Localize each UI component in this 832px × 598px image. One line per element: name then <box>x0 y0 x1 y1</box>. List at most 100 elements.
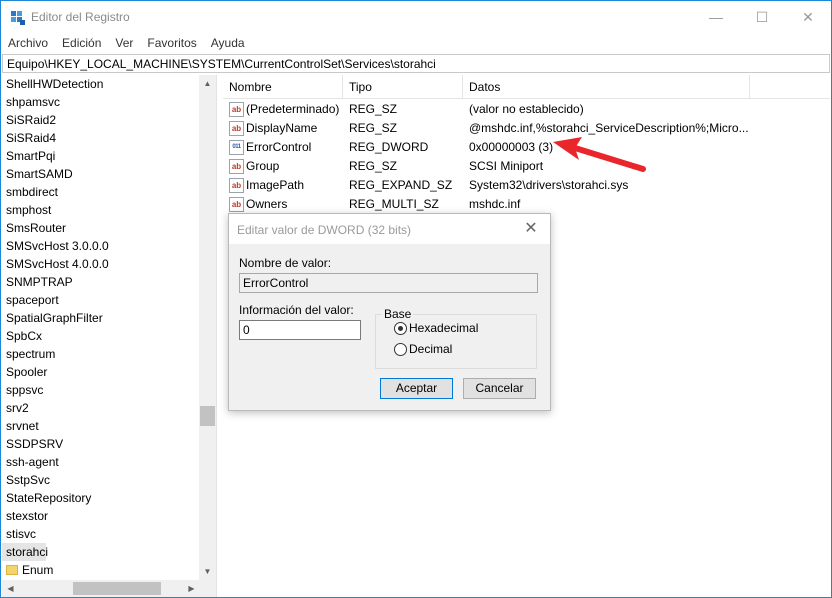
tree-item[interactable]: ShellHWDetection <box>2 75 216 93</box>
radio-decimal-label: Decimal <box>409 342 453 356</box>
tree-item[interactable]: SstpSvc <box>2 471 216 489</box>
tree-item[interactable]: stexstor <box>2 507 216 525</box>
binary-value-icon: 011 <box>229 140 244 155</box>
value-name: (Predeterminado) <box>246 102 340 116</box>
tree-item[interactable]: SmsRouter <box>2 219 216 237</box>
value-data-label: Información del valor: <box>239 303 354 317</box>
value-name-field[interactable]: ErrorControl <box>239 273 538 293</box>
scroll-down-icon[interactable]: ▼ <box>199 563 216 580</box>
tree-item-child[interactable]: Enum <box>2 561 216 579</box>
value-data: mshdc.inf <box>469 197 521 211</box>
menu-ver[interactable]: Ver <box>108 33 140 53</box>
tree-item[interactable]: SSDPSRV <box>2 435 216 453</box>
menu-bar: Archivo Edición Ver Favoritos Ayuda <box>1 33 831 53</box>
tree-item[interactable]: SpbCx <box>2 327 216 345</box>
tree-item[interactable]: SiSRaid4 <box>2 129 216 147</box>
tree-item[interactable]: spectrum <box>2 345 216 363</box>
scroll-left-icon[interactable]: ◀ <box>2 580 19 597</box>
tree-item[interactable]: stisvc <box>2 525 216 543</box>
radio-checked-icon <box>394 322 407 335</box>
tree-item[interactable]: SMSvcHost 3.0.0.0 <box>2 237 216 255</box>
column-header-name[interactable]: Nombre <box>223 75 343 99</box>
title-bar: Editor del Registro — ☐ ✕ <box>1 1 831 33</box>
tree-item[interactable]: ssh-agent <box>2 453 216 471</box>
scrollbar-corner <box>199 580 216 597</box>
menu-edicion[interactable]: Edición <box>55 33 108 53</box>
tree-item[interactable]: SMSvcHost 4.0.0.0 <box>2 255 216 273</box>
string-value-icon: ab <box>229 178 244 193</box>
value-type: REG_EXPAND_SZ <box>349 178 453 192</box>
value-type: REG_SZ <box>349 102 398 116</box>
value-row[interactable]: ab DisplayName REG_SZ @mshdc.inf,%storahci_… <box>223 119 830 138</box>
value-name: DisplayName <box>246 121 318 135</box>
string-value-icon: ab <box>229 197 244 212</box>
radio-unchecked-icon <box>394 343 407 356</box>
list-header: Nombre Tipo Datos <box>223 75 830 99</box>
tree-item[interactable]: StateRepository <box>2 489 216 507</box>
tree-item[interactable]: storahci <box>2 543 48 561</box>
radio-decimal[interactable]: Decimal <box>394 342 452 358</box>
value-row[interactable]: ab (Predeterminado) REG_SZ (valor no establ… <box>223 100 830 119</box>
maximize-icon: ☐ <box>755 8 769 25</box>
tree-item[interactable]: SmartPqi <box>2 147 216 165</box>
value-row[interactable]: ab Owners REG_MULTI_SZ mshdc.inf <box>223 195 830 214</box>
value-type: REG_SZ <box>349 159 398 173</box>
tree-item[interactable]: SmartSAMD <box>2 165 216 183</box>
close-button[interactable]: ✕ <box>785 1 831 33</box>
scroll-right-icon[interactable]: ▶ <box>183 580 200 597</box>
folder-icon <box>6 565 18 575</box>
value-name: Owners <box>246 197 288 211</box>
tree-horizontal-scrollbar[interactable]: ◀ ▶ <box>2 580 200 597</box>
value-row[interactable]: ab ImagePath REG_EXPAND_SZ System32\drivers… <box>223 176 830 195</box>
tree-item[interactable]: srv2 <box>2 399 216 417</box>
menu-ayuda[interactable]: Ayuda <box>204 33 252 53</box>
registry-editor-icon <box>11 11 25 25</box>
close-icon: ✕ <box>524 220 538 237</box>
dialog-close-button[interactable]: ✕ <box>519 218 543 240</box>
address-bar[interactable]: Equipo\HKEY_LOCAL_MACHINE\SYSTEM\Current… <box>2 54 830 73</box>
tree-vertical-scrollbar[interactable]: ▲ ▼ <box>199 75 216 580</box>
tree-item[interactable]: SiSRaid2 <box>2 111 216 129</box>
value-type: REG_SZ <box>349 121 398 135</box>
scroll-thumb[interactable] <box>73 582 161 595</box>
cancel-button[interactable]: Cancelar <box>463 378 536 399</box>
value-data: System32\drivers\storahci.sys <box>469 178 629 192</box>
registry-editor-window: Editor del Registro — ☐ ✕ Archivo Edició… <box>0 0 832 598</box>
value-row[interactable]: 011 ErrorControl REG_DWORD 0x00000003 (3) <box>223 138 830 157</box>
string-value-icon: ab <box>229 102 244 117</box>
value-row[interactable]: ab Group REG_SZ SCSI Miniport <box>223 157 830 176</box>
string-value-icon: ab <box>229 159 244 174</box>
tree-item[interactable]: sppsvc <box>2 381 216 399</box>
value-data: (valor no establecido) <box>469 102 584 116</box>
scroll-up-icon[interactable]: ▲ <box>199 75 216 92</box>
dialog-title: Editar valor de DWORD (32 bits) <box>237 223 412 237</box>
maximize-button[interactable]: ☐ <box>739 1 785 33</box>
close-icon: ✕ <box>802 8 814 25</box>
ok-button[interactable]: Aceptar <box>380 378 453 399</box>
tree-item[interactable]: Spooler <box>2 363 216 381</box>
tree-item-label: Enum <box>22 563 54 577</box>
tree-list: ShellHWDetection shpamsvc SiSRaid2 SiSRaid4… <box>2 75 216 579</box>
menu-archivo[interactable]: Archivo <box>1 33 55 53</box>
key-tree: ShellHWDetection shpamsvc SiSRaid2 SiSRaid4… <box>2 75 217 597</box>
value-name: Group <box>246 159 280 173</box>
base-groupbox: Base Hexadecimal Decimal <box>375 307 537 369</box>
value-data-input[interactable]: 0 <box>239 320 361 340</box>
tree-item[interactable]: shpamsvc <box>2 93 216 111</box>
tree-item[interactable]: spaceport <box>2 291 216 309</box>
radio-hexadecimal-label: Hexadecimal <box>409 321 479 335</box>
tree-item[interactable]: smphost <box>2 201 216 219</box>
scroll-thumb[interactable] <box>200 406 215 426</box>
window-title: Editor del Registro <box>31 10 130 24</box>
column-header-type[interactable]: Tipo <box>343 75 463 99</box>
tree-item[interactable]: srvnet <box>2 417 216 435</box>
column-header-data[interactable]: Datos <box>463 75 750 99</box>
tree-item[interactable]: SNMPTRAP <box>2 273 216 291</box>
minimize-button[interactable]: — <box>693 1 739 33</box>
value-type: REG_DWORD <box>349 140 429 154</box>
menu-favoritos[interactable]: Favoritos <box>140 33 203 53</box>
radio-hexadecimal[interactable]: Hexadecimal <box>394 321 478 337</box>
value-name-label: Nombre de valor: <box>239 256 332 270</box>
tree-item[interactable]: smbdirect <box>2 183 216 201</box>
tree-item[interactable]: SpatialGraphFilter <box>2 309 216 327</box>
